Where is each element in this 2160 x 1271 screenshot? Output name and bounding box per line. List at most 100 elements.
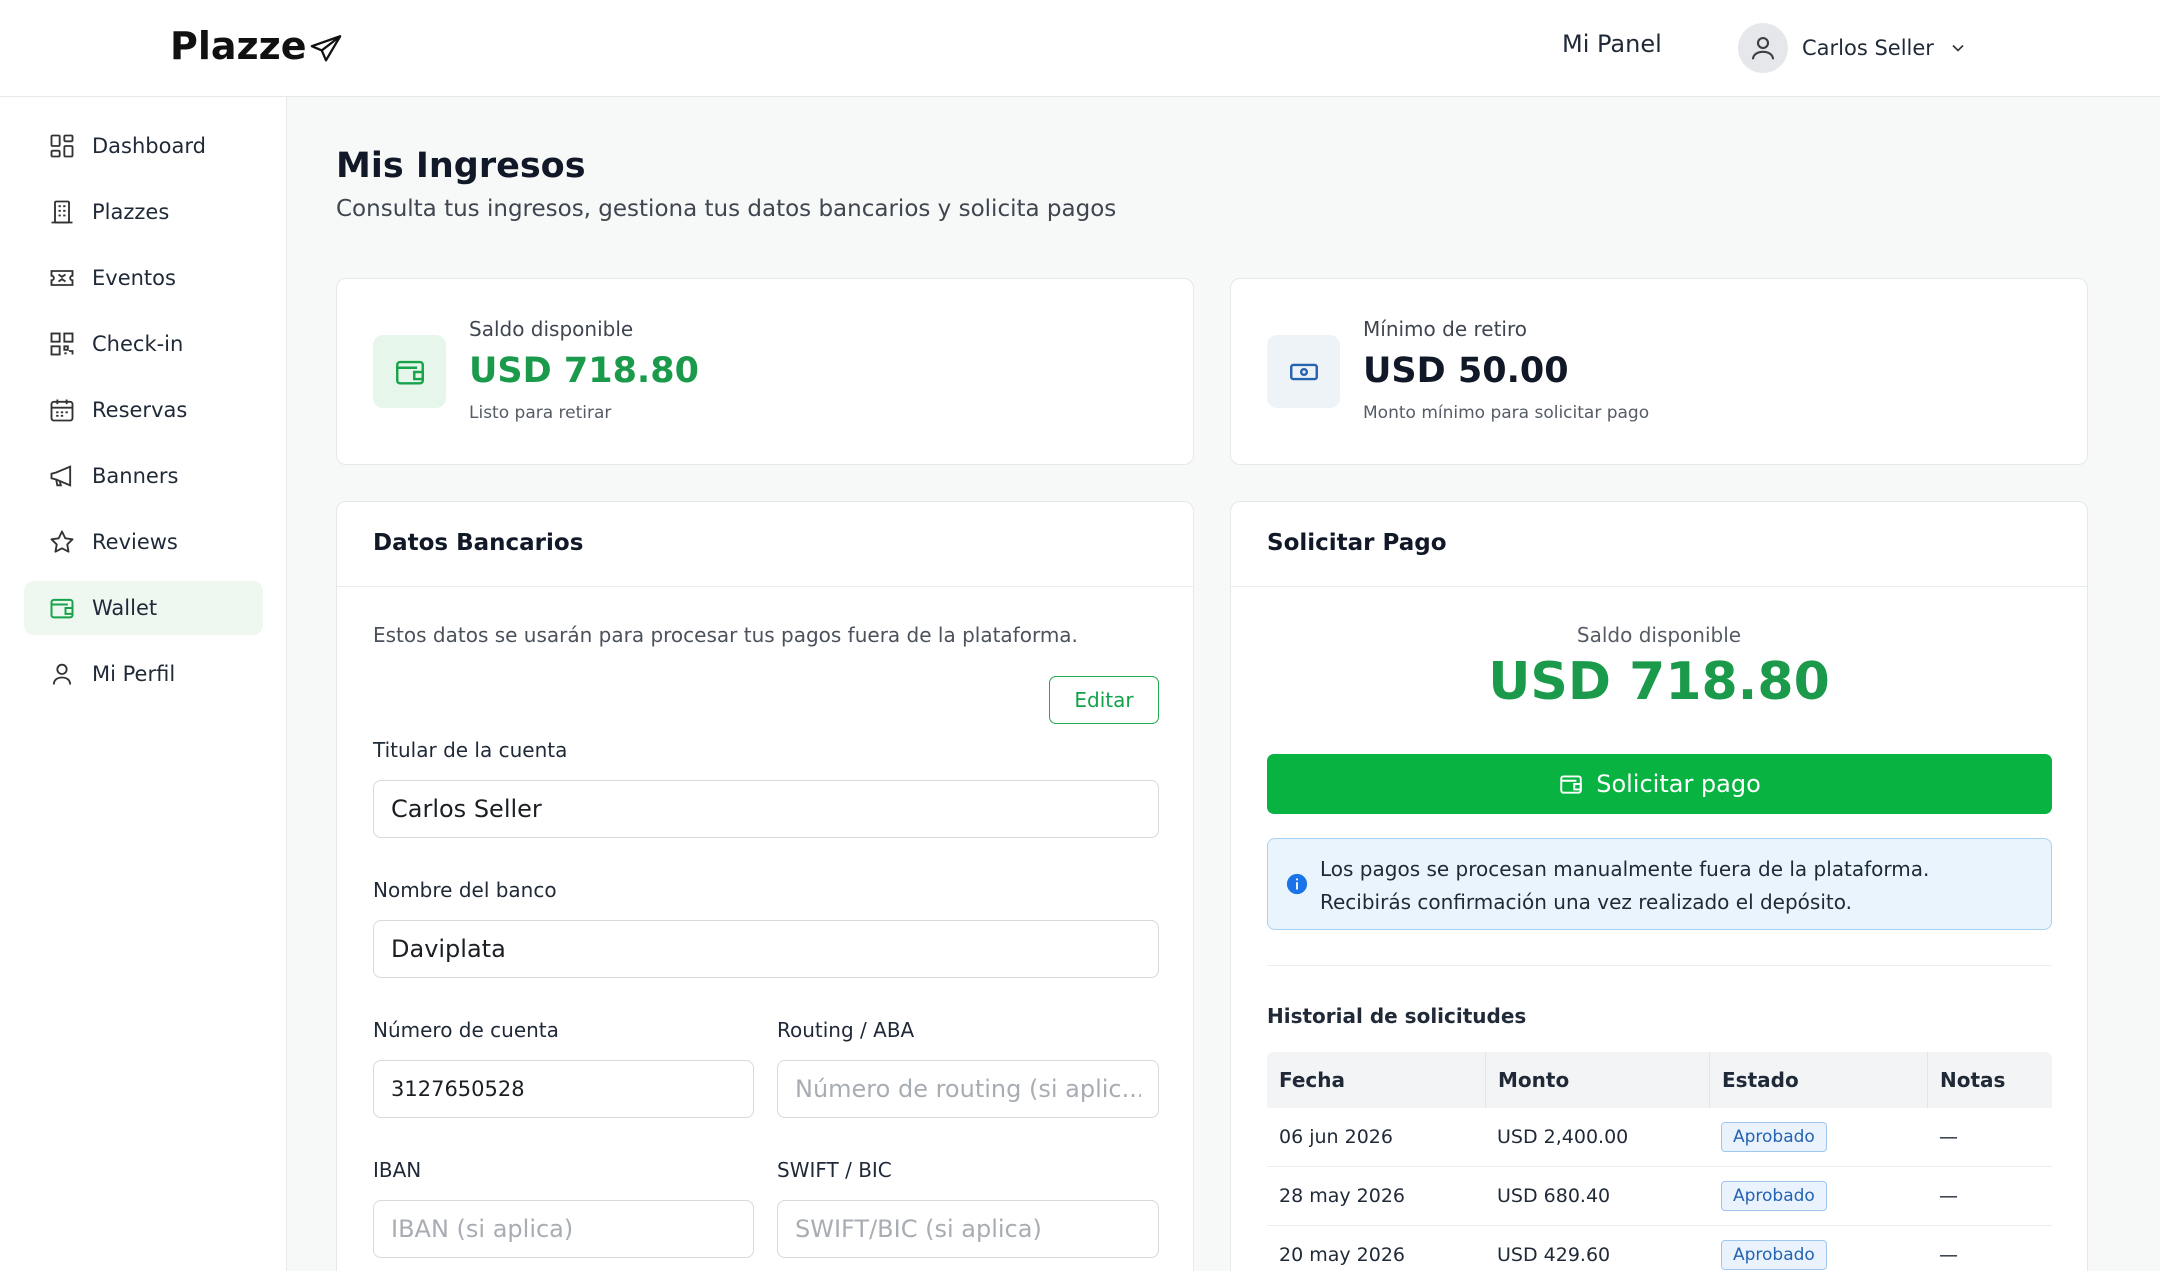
paper-plane-icon	[310, 35, 341, 62]
row-status: Aprobado	[1709, 1226, 1927, 1271]
status-badge: Aprobado	[1721, 1181, 1827, 1211]
holder-label: Titular de la cuenta	[373, 738, 568, 762]
column-header-estado[interactable]: Estado	[1709, 1052, 1927, 1108]
account-holder-field[interactable]	[373, 780, 1159, 838]
stat-note: Listo para retirar	[469, 403, 612, 423]
available-balance-value: USD 718.80	[469, 351, 699, 391]
user-icon	[52, 663, 72, 685]
user-avatar-icon	[1751, 36, 1775, 60]
sidebar: Dashboard Plazzes Eventos Check-in Reser…	[0, 97, 287, 1271]
info-icon	[1286, 873, 1308, 895]
row-date: 20 may 2026	[1279, 1244, 1406, 1266]
sidebar-item-label: Check-in	[92, 332, 184, 356]
payment-balance-value: USD 718.80	[1488, 652, 1830, 712]
bank-name-field[interactable]	[373, 920, 1159, 978]
page-subtitle: Consulta tus ingresos, gestiona tus dato…	[336, 196, 1117, 222]
banknote-icon	[1289, 363, 1318, 380]
sidebar-item-reviews[interactable]: Reviews	[24, 515, 263, 569]
sidebar-item-mi-perfil[interactable]: Mi Perfil	[24, 647, 263, 701]
minimum-withdrawal-value: USD 50.00	[1363, 351, 1569, 391]
star-icon	[50, 530, 74, 553]
row-amount: USD 429.60	[1497, 1244, 1611, 1266]
iban-field[interactable]	[373, 1200, 754, 1258]
request-payment-button[interactable]: Solicitar pago	[1267, 754, 2052, 814]
mi-panel-link[interactable]: Mi Panel	[1562, 30, 1662, 58]
megaphone-icon	[50, 465, 72, 487]
sidebar-item-banners[interactable]: Banners	[24, 449, 263, 503]
page-title: Mis Ingresos	[336, 146, 586, 186]
sidebar-item-label: Reservas	[92, 398, 188, 422]
column-header-monto[interactable]: Monto	[1485, 1052, 1709, 1108]
top-bar: Plazze Mi Panel Carlos Seller	[0, 0, 2160, 97]
routing-field[interactable]	[777, 1060, 1159, 1118]
info-line-2: Recibirás confirmación una vez realizado…	[1320, 890, 1852, 914]
row-status: Aprobado	[1709, 1108, 1927, 1166]
sidebar-item-check-in[interactable]: Check-in	[24, 317, 263, 371]
stat-label: Mínimo de retiro	[1363, 317, 1527, 341]
sidebar-item-wallet[interactable]: Wallet	[24, 581, 263, 635]
sidebar-item-label: Banners	[92, 464, 179, 488]
info-text: Los pagos se procesan manualmente fuera …	[1320, 853, 1929, 919]
status-badge: Aprobado	[1721, 1240, 1827, 1270]
column-header-fecha[interactable]: Fecha	[1267, 1052, 1485, 1108]
chevron-down-icon	[1952, 44, 1964, 52]
row-notes: —	[1939, 1126, 1958, 1148]
edit-button[interactable]: Editar	[1049, 676, 1159, 724]
info-notice: Los pagos se procesan manualmente fuera …	[1267, 838, 2052, 930]
user-menu[interactable]: Carlos Seller	[1738, 22, 1968, 74]
sidebar-item-dashboard[interactable]: Dashboard	[24, 119, 263, 173]
account-number-field[interactable]	[373, 1060, 754, 1118]
qr-icon	[50, 332, 74, 356]
status-badge: Aprobado	[1721, 1122, 1827, 1152]
sidebar-item-label: Mi Perfil	[92, 662, 176, 686]
calendar-icon	[50, 399, 74, 422]
sidebar-item-eventos[interactable]: Eventos	[24, 251, 263, 305]
request-payment-panel: Solicitar Pago Saldo disponible USD 718.…	[1230, 501, 2088, 1271]
payment-balance-label: Saldo disponible	[1576, 623, 1742, 647]
request-payment-label: Solicitar pago	[1596, 770, 1761, 798]
available-balance-card: Saldo disponible USD 718.80 Listo para r…	[336, 278, 1194, 465]
history-title: Historial de solicitudes	[1267, 1004, 1527, 1028]
wallet-icon	[50, 598, 74, 619]
stat-icon-box	[1267, 335, 1340, 408]
sidebar-item-label: Dashboard	[92, 134, 206, 158]
row-status: Aprobado	[1709, 1167, 1927, 1225]
stat-note: Monto mínimo para solicitar pago	[1363, 403, 1650, 423]
routing-label: Routing / ABA	[777, 1018, 915, 1042]
bank-description: Estos datos se usarán para procesar tus …	[373, 623, 1078, 647]
sidebar-item-plazzes[interactable]: Plazzes	[24, 185, 263, 239]
brand-logo[interactable]: Plazze	[170, 24, 343, 68]
row-notes: —	[1939, 1244, 1958, 1266]
iban-label: IBAN	[373, 1158, 422, 1182]
panel-title: Solicitar Pago	[1267, 530, 1447, 556]
table-row: 06 jun 2026 USD 2,400.00 Aprobado —	[1267, 1108, 2052, 1167]
account-number-label: Número de cuenta	[373, 1018, 559, 1042]
stat-label: Saldo disponible	[469, 317, 634, 341]
swift-field[interactable]	[777, 1200, 1159, 1258]
panel-title: Datos Bancarios	[373, 530, 584, 556]
wallet-icon	[395, 360, 424, 385]
row-amount: USD 2,400.00	[1497, 1126, 1629, 1148]
swift-label: SWIFT / BIC	[777, 1158, 892, 1182]
divider	[1267, 965, 2052, 966]
history-table: Fecha Monto Estado Notas 06 jun 2026 USD…	[1267, 1052, 2052, 1271]
divider	[337, 586, 1193, 587]
minimum-withdrawal-card: Mínimo de retiro USD 50.00 Monto mínimo …	[1230, 278, 2088, 465]
bank-name-label: Nombre del banco	[373, 878, 557, 902]
divider	[1231, 586, 2087, 587]
sidebar-item-label: Reviews	[92, 530, 178, 554]
row-notes: —	[1939, 1185, 1958, 1207]
grid-icon	[50, 134, 74, 158]
sidebar-item-reservas[interactable]: Reservas	[24, 383, 263, 437]
sidebar-item-label: Plazzes	[92, 200, 170, 224]
sidebar-item-label: Eventos	[92, 266, 176, 290]
table-header: Fecha Monto Estado Notas	[1267, 1052, 2052, 1108]
column-header-notas[interactable]: Notas	[1927, 1052, 2052, 1108]
row-amount: USD 680.40	[1497, 1185, 1611, 1207]
ticket-icon	[50, 270, 74, 286]
table-row: 28 may 2026 USD 680.40 Aprobado —	[1267, 1167, 2052, 1226]
building-icon	[51, 200, 73, 224]
stat-icon-box	[373, 335, 446, 408]
bank-details-panel: Datos Bancarios Estos datos se usarán pa…	[336, 501, 1194, 1271]
brand-name: Plazze	[170, 24, 307, 68]
